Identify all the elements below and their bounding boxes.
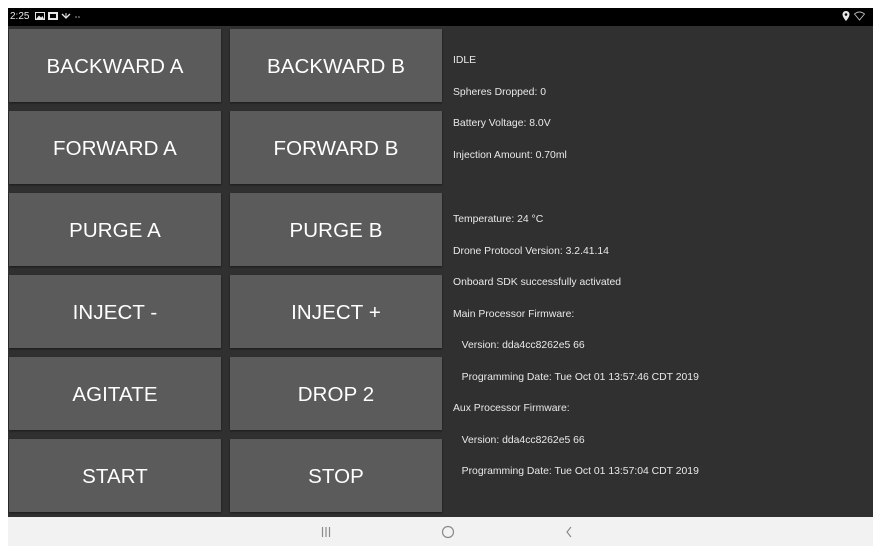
status-info-panel: IDLE Spheres Dropped: 0 Battery Voltage:…: [453, 35, 699, 499]
main-firmware-version: Version: dda4cc8262e5 66: [453, 340, 585, 351]
inject-minus-button[interactable]: INJECT -: [9, 275, 221, 348]
back-icon: [566, 526, 572, 537]
forward-b-button[interactable]: FORWARD B: [230, 111, 442, 184]
image-icon: [48, 12, 58, 20]
backward-b-button[interactable]: BACKWARD B: [230, 29, 442, 102]
recents-button[interactable]: [306, 517, 346, 546]
purge-b-button[interactable]: PURGE B: [230, 193, 442, 266]
main-firmware-date: Programming Date: Tue Oct 01 13:57:46 CD…: [453, 371, 699, 383]
usb-icon: [61, 13, 71, 19]
aux-firmware-version: Version: dda4cc8262e5 66: [453, 434, 585, 446]
wifi-icon: [854, 11, 865, 21]
stop-button[interactable]: STOP: [230, 439, 442, 512]
home-button[interactable]: [428, 517, 468, 546]
status-time: 2:25: [10, 11, 30, 22]
inject-plus-button[interactable]: INJECT +: [230, 275, 442, 348]
state-text: IDLE: [453, 55, 477, 66]
aux-firmware-title: Aux Processor Firmware:: [453, 403, 570, 414]
recents-icon: [321, 526, 331, 537]
home-icon: [441, 525, 455, 538]
more-icon: [75, 16, 80, 18]
temperature-text: Temperature: 24 °C: [453, 214, 544, 225]
aux-firmware-date: Programming Date: Tue Oct 01 13:57:04 CD…: [453, 466, 699, 477]
battery-voltage-text: Battery Voltage: 8.0V: [453, 118, 551, 129]
protocol-version-text: Drone Protocol Version: 3.2.41.14: [453, 245, 609, 257]
forward-a-button[interactable]: FORWARD A: [9, 111, 221, 184]
backward-a-button[interactable]: BACKWARD A: [9, 29, 221, 102]
status-bar: 2:25: [8, 8, 873, 26]
drop-2-button[interactable]: DROP 2: [230, 357, 442, 430]
gallery-icon: [35, 12, 45, 20]
main-firmware-title: Main Processor Firmware:: [453, 308, 575, 320]
purge-a-button[interactable]: PURGE A: [9, 193, 221, 266]
spheres-dropped-text: Spheres Dropped: 0: [453, 86, 546, 98]
start-button[interactable]: START: [9, 439, 221, 512]
back-button[interactable]: [549, 517, 589, 546]
location-icon: [842, 11, 850, 21]
app-window: 2:25 BACKWARD A BACKWARD B FORWARD A FOR…: [8, 8, 873, 546]
agitate-button[interactable]: AGITATE: [9, 357, 221, 430]
injection-amount-text: Injection Amount: 0.70ml: [453, 149, 567, 161]
sdk-status-text: Onboard SDK successfully activated: [453, 277, 622, 288]
navigation-bar: [8, 517, 873, 546]
